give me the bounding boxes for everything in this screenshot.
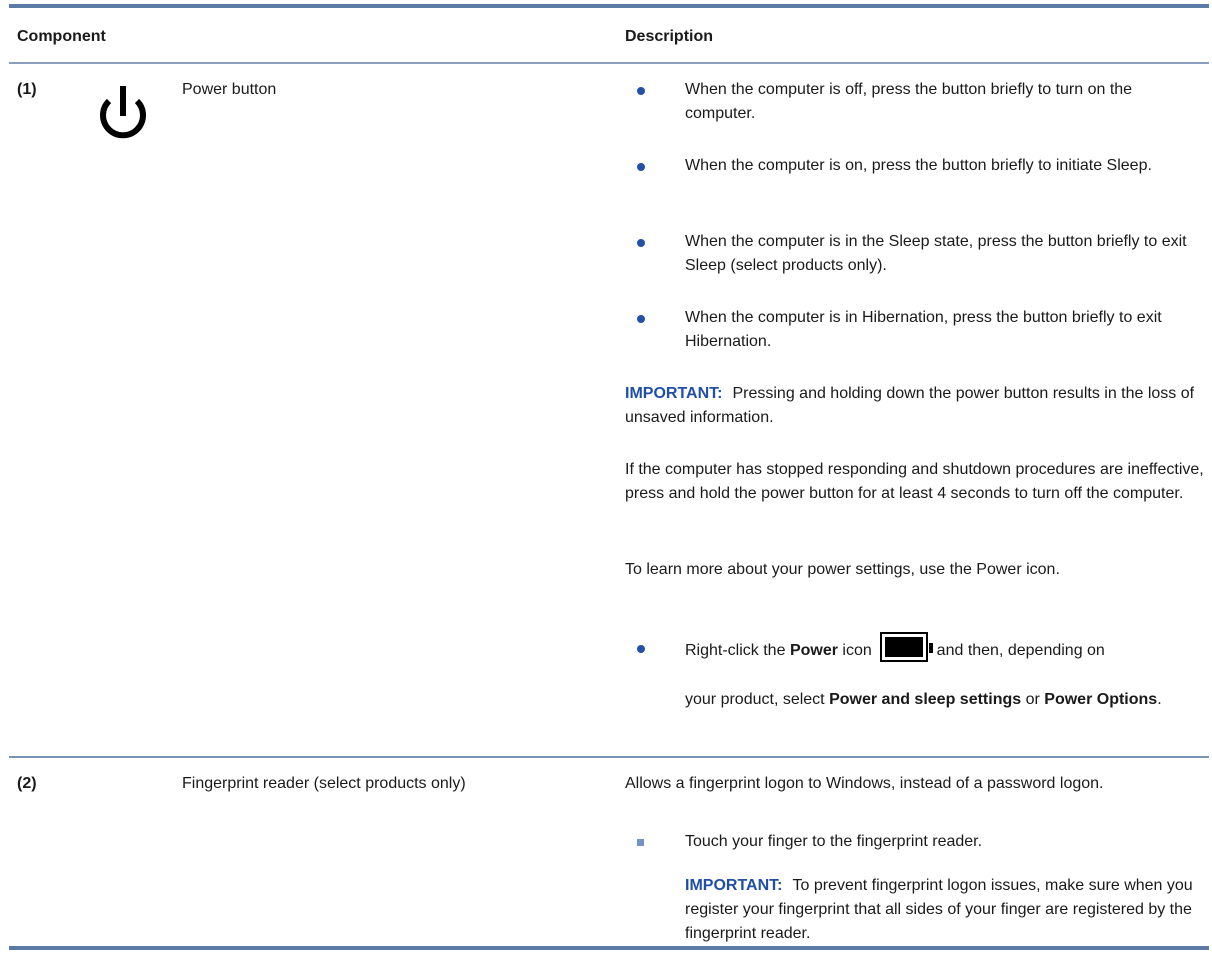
list-item-text: Touch your finger to the fingerprint rea… xyxy=(685,833,983,850)
text-fragment: . xyxy=(1157,691,1162,708)
list-item-text: When the computer is in Hibernation, pre… xyxy=(685,309,1162,350)
important-note: IMPORTANT: Pressing and holding down the … xyxy=(625,382,1205,430)
power-icon xyxy=(100,86,146,139)
bullet-icon xyxy=(637,87,645,95)
row-number: (2) xyxy=(17,775,37,792)
battery-icon xyxy=(880,632,934,662)
table-bottom-rule xyxy=(9,946,1209,950)
table-header: Component Description xyxy=(9,8,1209,64)
text-fragment: icon xyxy=(842,642,872,660)
component-name: Fingerprint reader (select products only… xyxy=(182,775,466,792)
text-fragment: Right-click the xyxy=(685,642,786,660)
bullet-icon xyxy=(637,645,645,653)
important-note-text: IMPORTANT: To prevent fingerprint logon i… xyxy=(685,874,1205,946)
component-table: Component Description (1) Power button W… xyxy=(9,4,1209,950)
bullet-icon xyxy=(637,315,645,323)
important-label: IMPORTANT: xyxy=(625,385,723,402)
paragraph-unresponsive: If the computer has stopped responding a… xyxy=(625,461,1204,502)
important-label: IMPORTANT: xyxy=(685,877,783,894)
text-fragment: and then, depending on xyxy=(936,642,1105,660)
table-row: (2) Fingerprint reader (select products … xyxy=(9,758,1209,946)
header-component: Component xyxy=(17,28,106,45)
text-fragment: your product, select xyxy=(685,691,825,708)
list-item-text: When the computer is off, press the butt… xyxy=(685,81,1133,122)
header-description: Description xyxy=(625,28,714,45)
list-item-text: When the computer is on, press the butto… xyxy=(685,157,1152,174)
bullet-square-icon xyxy=(637,839,644,846)
row-number: (1) xyxy=(17,81,37,98)
text-fragment: or xyxy=(1025,691,1040,708)
list-item-text: When the computer is in the Sleep state,… xyxy=(685,233,1187,274)
fingerprint-description: Allows a fingerprint logon to Windows, i… xyxy=(625,775,1104,792)
bullet-icon xyxy=(637,163,645,171)
list-item-text: Right-click the Power icon and then, dep… xyxy=(685,632,1205,666)
table-row: (1) Power button When the computer is of… xyxy=(9,64,1209,756)
component-name: Power button xyxy=(182,81,277,98)
power-options-bold: Power Options xyxy=(1044,691,1158,708)
paragraph-power-settings: To learn more about your power settings,… xyxy=(625,561,1060,578)
list-item-text: your product, select Power and sleep set… xyxy=(685,688,1205,712)
power-bold: Power xyxy=(789,642,838,660)
bullet-icon xyxy=(637,239,645,247)
power-sleep-settings-bold: Power and sleep settings xyxy=(829,691,1022,708)
